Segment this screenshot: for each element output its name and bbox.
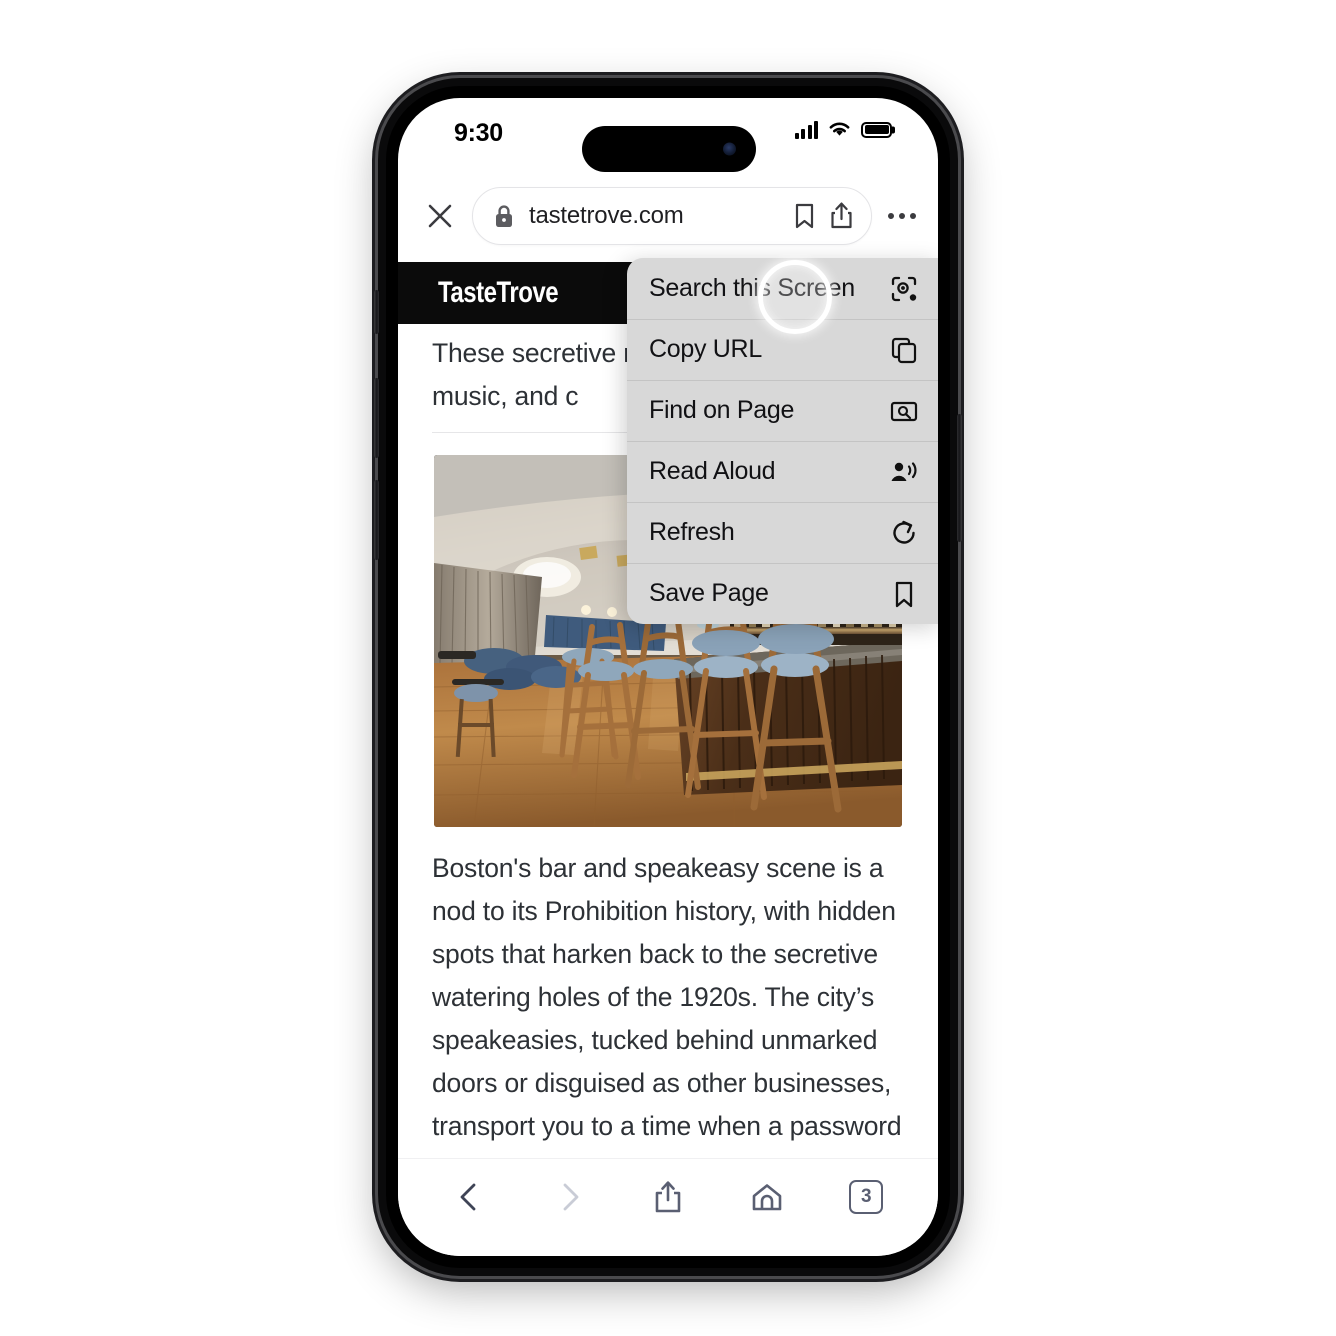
menu-item-read-aloud[interactable]: Read Aloud [627,441,938,502]
menu-item-label: Read Aloud [649,457,776,485]
find-in-page-icon [889,396,919,426]
menu-item-find-on-page[interactable]: Find on Page [627,380,938,441]
action-button[interactable] [374,290,379,334]
share-icon [655,1181,681,1213]
phone-device-frame: TasteTrove These secretive nostalgic, vi… [374,78,962,1276]
bookmark-icon [795,203,814,229]
chevron-right-icon [563,1183,579,1211]
dynamic-island [582,126,756,172]
copy-icon [889,335,919,365]
browser-bottom-toolbar: 3 [398,1158,938,1256]
bookmark-icon [889,579,919,609]
front-camera-icon [723,142,736,156]
browser-top-bar: tastetrove.com [398,170,938,262]
more-options-icon [888,213,894,219]
status-time: 9:30 [454,119,503,147]
chevron-left-icon [460,1183,475,1211]
site-logo: TasteTrove [438,276,559,309]
share-button[interactable] [828,200,855,232]
home-button[interactable] [735,1169,799,1225]
menu-item-label: Copy URL [649,335,762,363]
cellular-bars-icon [794,120,818,139]
menu-item-save-page[interactable]: Save Page [627,563,938,624]
body-paragraph: Boston's bar and speakeasy scene is a no… [432,853,902,1184]
battery-full-icon [861,121,892,138]
bookmark-button[interactable] [791,201,818,231]
home-icon [752,1184,782,1211]
tab-count-badge: 3 [849,1180,884,1214]
power-button[interactable] [957,414,962,542]
close-icon [428,204,452,228]
forward-button[interactable] [537,1169,601,1225]
phone-screen: TasteTrove These secretive nostalgic, vi… [398,98,938,1256]
more-options-icon [910,213,916,219]
wifi-icon [829,122,850,136]
url-text: tastetrove.com [529,202,684,229]
google-lens-icon [889,274,919,304]
share-button[interactable] [636,1169,700,1225]
close-tab-button[interactable] [418,194,462,238]
more-options-icon [899,213,905,219]
read-aloud-icon [889,457,919,487]
lock-icon [496,205,512,227]
tap-highlight-ring [758,260,832,334]
more-options-button[interactable] [880,194,924,238]
refresh-icon [889,518,919,548]
menu-item-refresh[interactable]: Refresh [627,502,938,563]
tab-switcher-button[interactable]: 3 [834,1169,898,1225]
url-bar[interactable]: tastetrove.com [472,187,872,245]
back-button[interactable] [438,1169,502,1225]
status-icons [794,120,892,139]
volume-down-button[interactable] [374,480,379,560]
share-icon [831,202,852,229]
menu-item-label: Find on Page [649,396,795,424]
menu-item-label: Save Page [649,579,769,607]
volume-up-button[interactable] [374,378,379,458]
menu-item-label: Refresh [649,518,735,546]
